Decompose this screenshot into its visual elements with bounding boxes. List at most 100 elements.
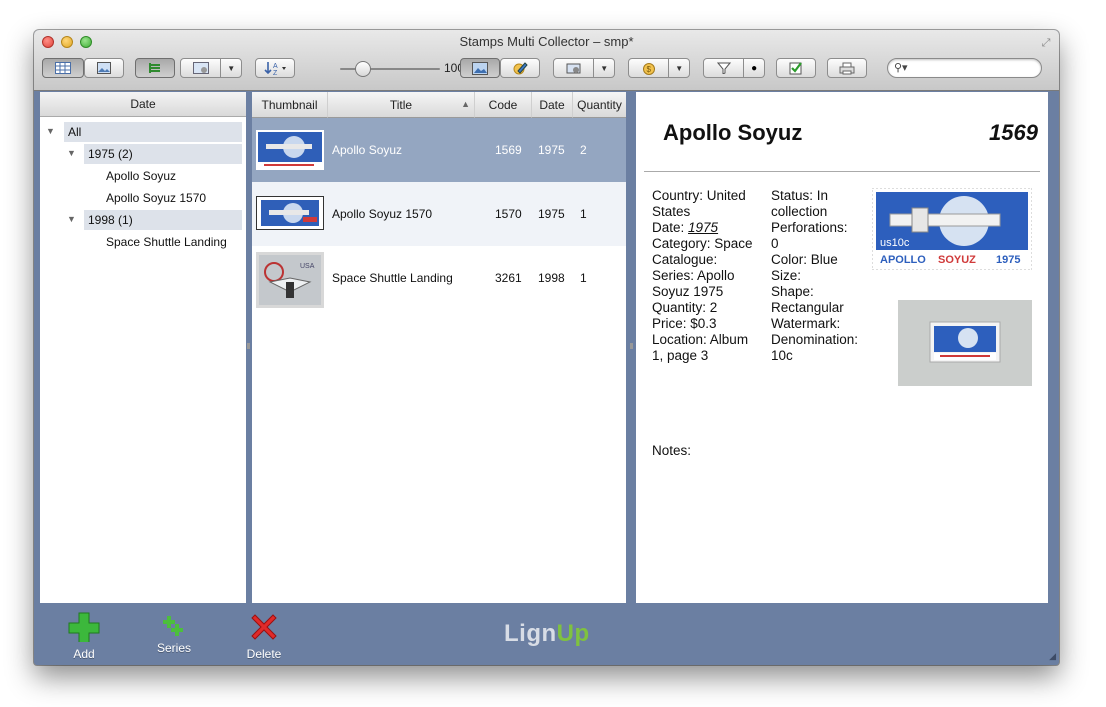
filter-icon xyxy=(716,62,731,74)
svg-text:Z: Z xyxy=(273,70,278,75)
svg-text:A: A xyxy=(273,63,278,70)
column-header-thumbnail[interactable]: Thumbnail xyxy=(252,92,328,118)
disclosure-triangle-icon[interactable]: ▼ xyxy=(67,214,76,224)
notes-label: Notes: xyxy=(652,443,692,458)
chevron-down-icon[interactable]: ▼ xyxy=(668,59,689,77)
zoom-slider-knob[interactable] xyxy=(355,61,371,77)
checkmark-button[interactable] xyxy=(776,58,816,78)
perforations-label: Perforations: xyxy=(771,220,848,235)
stamp-thumbnail: USA xyxy=(256,252,324,308)
export-icon xyxy=(566,63,581,74)
sidebar-header[interactable]: Date xyxy=(40,92,246,117)
disclosure-triangle-icon[interactable]: ▼ xyxy=(67,148,76,158)
stamp-list: Thumbnail Title ▲ Code Date Quantity Apo… xyxy=(252,92,626,603)
checkbox-check-icon xyxy=(789,62,802,75)
date-link[interactable]: 1975 xyxy=(688,220,718,235)
sidebar-panel: Date All ▼ 1975 (2) ▼ Apollo Soyuz Apoll… xyxy=(40,92,246,603)
table-row[interactable]: USA Space Shuttle Landing 3261 1998 1 xyxy=(252,246,626,310)
tree-item-1975[interactable]: 1975 (2) xyxy=(84,144,242,164)
search-field[interactable]: ⚲▾ xyxy=(887,58,1042,78)
column-header-quantity[interactable]: Quantity xyxy=(573,92,626,118)
series-value: Soyuz 1975 xyxy=(652,284,724,299)
edit-button[interactable] xyxy=(500,58,540,78)
table-row[interactable]: Apollo Soyuz 1569 1975 2 xyxy=(252,118,626,182)
status-value: collection xyxy=(771,204,828,219)
delete-button[interactable]: Delete xyxy=(242,612,286,661)
chevron-down-icon[interactable]: ▼ xyxy=(593,59,614,77)
stamp-value-text: us10c xyxy=(880,237,910,249)
titlebar: Stamps Multi Collector – smp* ⤢ ▼ AZ 100… xyxy=(34,30,1059,91)
stamp-photo-image xyxy=(898,300,1032,386)
detail-right-column: Status: In collection Perforations: 0 Co… xyxy=(771,188,881,364)
list-view-button[interactable] xyxy=(135,58,175,78)
column-header-title[interactable]: Title ▲ xyxy=(328,92,475,118)
sort-button[interactable]: AZ xyxy=(255,58,295,78)
picture-button[interactable] xyxy=(460,58,500,78)
split-divider-handle[interactable] xyxy=(247,343,250,349)
printer-icon xyxy=(839,62,855,74)
card-view-icon xyxy=(192,62,209,74)
stamp-photo[interactable] xyxy=(898,300,1032,386)
stamp-thumbnail xyxy=(256,130,324,170)
category-line: Category: Space xyxy=(652,236,753,251)
tree-item-apollo-soyuz[interactable]: Apollo Soyuz xyxy=(106,166,176,186)
tree-item-all[interactable]: All xyxy=(64,122,242,142)
resize-grip-icon[interactable]: ◢ xyxy=(1049,651,1056,662)
detail-code: 1569 xyxy=(989,120,1038,145)
stamp-picture: us10c APOLLO SOYUZ 1975 xyxy=(871,187,1033,271)
disclosure-triangle-icon[interactable]: ▼ xyxy=(46,126,55,136)
stamp-year-text: 1975 xyxy=(996,254,1020,266)
tree-item-1998[interactable]: 1998 (1) xyxy=(84,210,242,230)
column-header-date[interactable]: Date xyxy=(532,92,573,118)
tree-item-apollo-soyuz-1570[interactable]: Apollo Soyuz 1570 xyxy=(106,188,206,208)
view-options-button[interactable]: ▼ xyxy=(180,58,242,78)
stamp-image[interactable]: us10c APOLLO SOYUZ 1975 xyxy=(871,187,1033,271)
date-label: Date: xyxy=(652,220,689,235)
sort-ascending-icon: ▲ xyxy=(461,99,470,109)
fullscreen-icon[interactable]: ⤢ xyxy=(1039,36,1053,50)
plus-icon xyxy=(68,612,100,644)
print-button[interactable] xyxy=(827,58,867,78)
row-code: 1569 xyxy=(495,143,522,157)
series-label: Series xyxy=(156,641,191,655)
dot-icon[interactable]: ● xyxy=(743,59,764,77)
filter-button[interactable]: ● xyxy=(703,58,765,78)
location-line: Location: Album xyxy=(652,332,749,347)
grid-view-button[interactable] xyxy=(42,58,84,78)
tree-label: 1975 (2) xyxy=(88,147,133,161)
tree-label: Apollo Soyuz 1570 xyxy=(106,191,207,205)
detail-panel: Apollo Soyuz 1569 Country: United States… xyxy=(636,92,1048,603)
table-row[interactable]: Apollo Soyuz 1570 1570 1975 1 xyxy=(252,182,626,246)
stamp-left-text: APOLLO xyxy=(880,254,926,266)
logo-text-right: Up xyxy=(556,620,590,647)
export-button[interactable]: ▼ xyxy=(553,58,615,78)
location-value: 1, page 3 xyxy=(652,348,709,363)
tree-item-space-shuttle-landing[interactable]: Space Shuttle Landing xyxy=(106,232,227,252)
lignup-logo: LignUp xyxy=(504,620,590,648)
color-line: Color: Blue xyxy=(771,252,838,267)
window-title: Stamps Multi Collector – smp* xyxy=(459,34,634,49)
row-title: Apollo Soyuz 1570 xyxy=(332,207,433,221)
row-date: 1975 xyxy=(538,143,565,157)
series-button[interactable]: Series xyxy=(152,616,196,655)
quantity-line: Quantity: 2 xyxy=(652,300,718,315)
split-divider-handle[interactable] xyxy=(630,343,633,349)
add-label: Add xyxy=(73,647,95,661)
search-input[interactable] xyxy=(912,60,1040,78)
chevron-down-icon[interactable]: ▼ xyxy=(220,59,241,77)
detail-left-column: Country: United States Date: 1975 Catego… xyxy=(652,188,762,364)
list-icon xyxy=(149,63,160,73)
detail-divider xyxy=(644,171,1040,172)
detail-title: Apollo Soyuz xyxy=(663,120,803,145)
row-title: Apollo Soyuz xyxy=(332,143,403,157)
column-header-code[interactable]: Code xyxy=(475,92,532,118)
column-header-label: Title xyxy=(389,98,413,112)
tree-label: Apollo Soyuz xyxy=(106,169,177,183)
image-view-button[interactable] xyxy=(84,58,124,78)
price-button[interactable]: $ ▼ xyxy=(628,58,690,78)
watermark-line: Watermark: xyxy=(771,316,841,331)
row-code: 1570 xyxy=(495,207,522,221)
sort-icon: AZ xyxy=(264,62,286,75)
add-button[interactable]: Add xyxy=(62,612,106,661)
svg-text:$: $ xyxy=(646,65,651,74)
